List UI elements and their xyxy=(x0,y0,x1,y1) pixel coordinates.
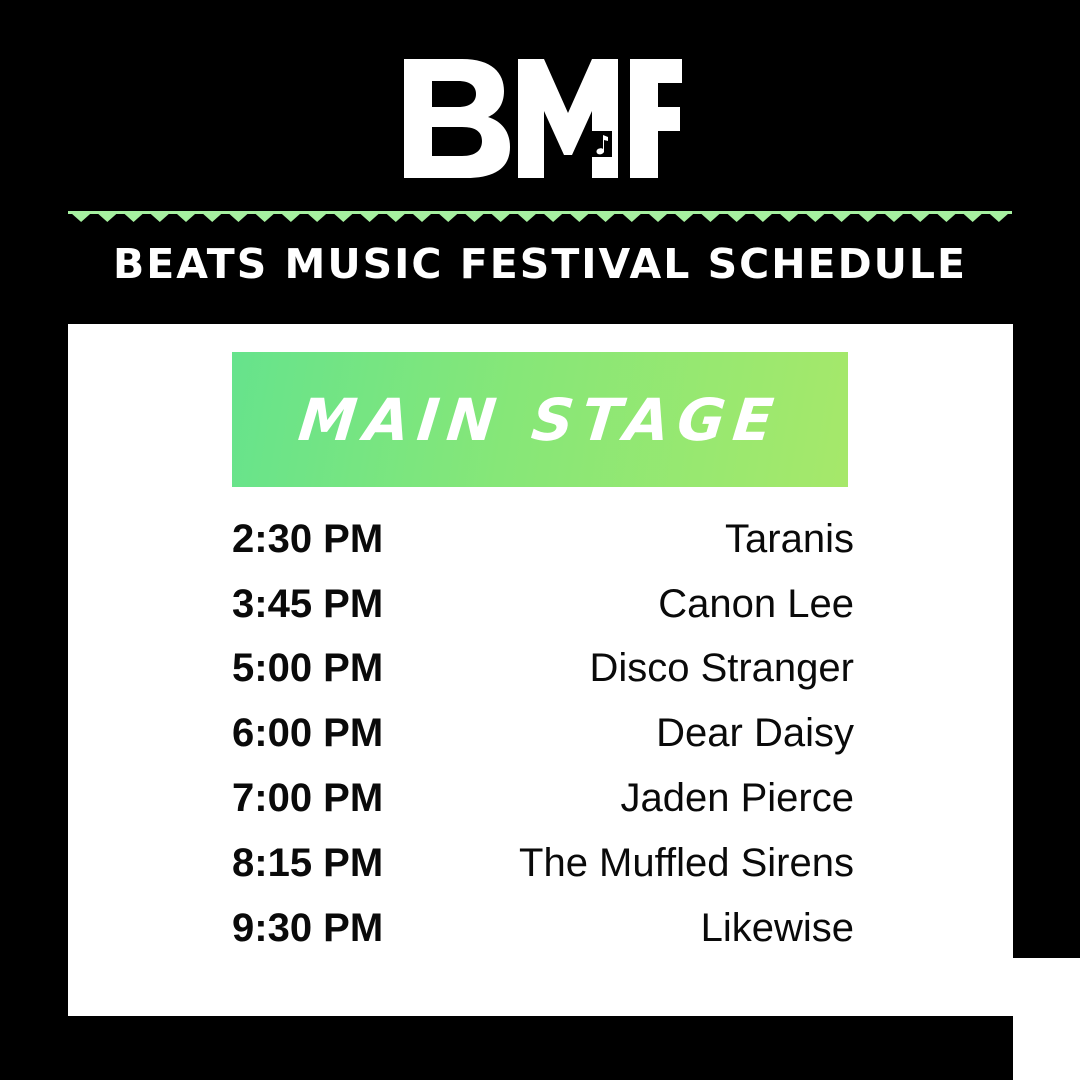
triangle-icon xyxy=(962,213,983,222)
triangle-icon xyxy=(385,213,406,222)
schedule-row: 5:00 PM Disco Stranger xyxy=(232,637,854,702)
triangle-icon xyxy=(988,213,1009,222)
triangle-icon xyxy=(71,213,92,222)
triangle-icon xyxy=(883,213,905,222)
festival-poster: BEATS MUSIC FESTIVAL SCHEDULE MAIN STAGE… xyxy=(0,0,1080,1080)
schedule-row: 6:00 PM Dear Daisy xyxy=(232,701,854,766)
stage-banner: MAIN STAGE xyxy=(232,352,848,487)
slot-time: 5:00 PM xyxy=(232,646,384,691)
slot-time: 3:45 PM xyxy=(232,581,384,626)
schedule-list: 2:30 PM Taranis 3:45 PM Canon Lee 5:00 P… xyxy=(232,507,854,961)
triangle-icon xyxy=(411,213,433,222)
triangle-icon xyxy=(516,213,537,222)
slot-artist: Dear Daisy xyxy=(656,711,854,756)
triangle-divider xyxy=(68,211,1012,225)
triangle-icon xyxy=(228,213,249,222)
triangle-icon xyxy=(805,213,826,222)
triangle-icon xyxy=(149,213,170,222)
triangle-icon xyxy=(543,213,564,222)
schedule-row: 3:45 PM Canon Lee xyxy=(232,572,854,637)
triangle-icon xyxy=(936,213,957,222)
triangle-icon xyxy=(333,213,354,222)
triangle-icon xyxy=(175,213,197,222)
triangle-icon xyxy=(752,213,773,222)
schedule-row: 8:15 PM The Muffled Sirens xyxy=(232,831,854,896)
triangle-icon xyxy=(700,213,721,222)
triangle-icon xyxy=(490,213,511,222)
slot-artist: Disco Stranger xyxy=(589,646,854,691)
triangle-icon xyxy=(621,213,642,222)
triangle-icon xyxy=(674,213,695,222)
slot-time: 6:00 PM xyxy=(232,711,384,756)
slot-artist: Likewise xyxy=(700,905,854,950)
triangle-icon xyxy=(438,213,459,222)
card-bleed xyxy=(1013,958,1080,1080)
triangle-icon xyxy=(569,213,590,222)
slot-artist: Jaden Pierce xyxy=(620,776,854,821)
triangle-icon xyxy=(280,213,301,222)
triangle-icon xyxy=(647,213,669,222)
schedule-card: MAIN STAGE 2:30 PM Taranis 3:45 PM Canon… xyxy=(68,324,1013,1016)
bmf-logo xyxy=(400,55,685,182)
triangle-icon xyxy=(857,213,878,222)
slot-time: 9:30 PM xyxy=(232,905,384,950)
slot-artist: Canon Lee xyxy=(658,581,854,626)
schedule-row: 7:00 PM Jaden Pierce xyxy=(232,766,854,831)
stage-title: MAIN STAGE xyxy=(295,385,785,454)
triangle-icon xyxy=(464,213,485,222)
schedule-row: 9:30 PM Likewise xyxy=(232,896,854,961)
slot-time: 8:15 PM xyxy=(232,840,384,885)
slot-artist: Taranis xyxy=(725,516,854,561)
triangle-icon xyxy=(595,213,616,222)
triangle-icon xyxy=(910,213,931,222)
triangle-icon xyxy=(254,213,275,222)
triangle-icon xyxy=(359,213,380,222)
triangle-icon xyxy=(726,213,747,222)
triangle-icon xyxy=(307,213,328,222)
slot-time: 2:30 PM xyxy=(232,516,384,561)
triangle-icon xyxy=(779,213,800,222)
music-note-icon xyxy=(592,131,612,157)
triangle-icon xyxy=(97,213,118,222)
page-title: BEATS MUSIC FESTIVAL SCHEDULE xyxy=(112,240,968,288)
triangle-icon xyxy=(123,213,144,222)
triangle-icon xyxy=(831,213,852,222)
slot-time: 7:00 PM xyxy=(232,776,384,821)
schedule-row: 2:30 PM Taranis xyxy=(232,507,854,572)
slot-artist: The Muffled Sirens xyxy=(519,840,854,885)
triangle-icon xyxy=(202,213,223,222)
